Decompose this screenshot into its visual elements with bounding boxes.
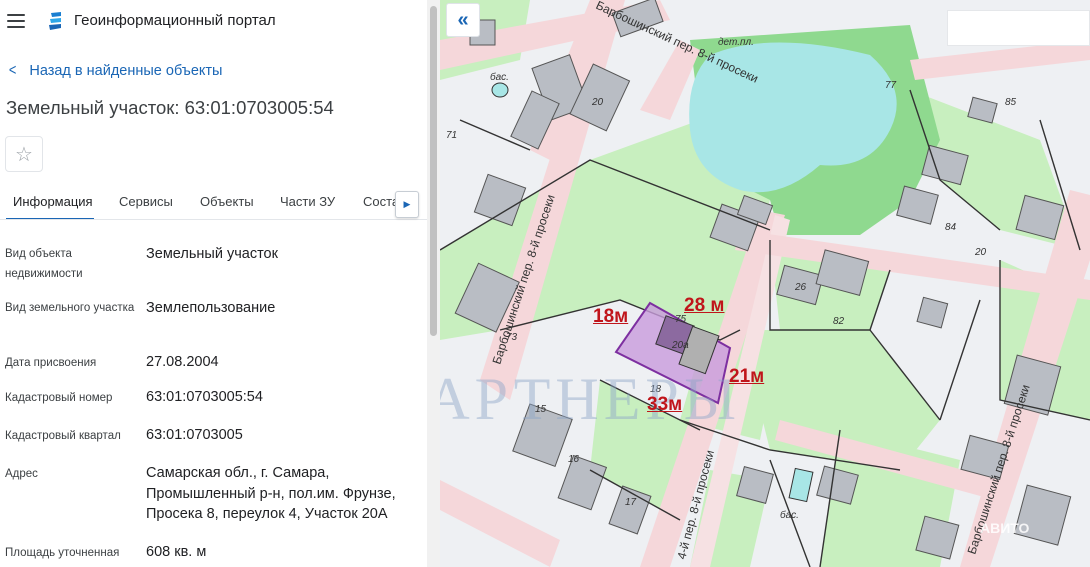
info-label: Вид земельного участка: [5, 302, 135, 314]
map-label: дет.пл.: [718, 37, 754, 48]
measurement-label: 21м: [729, 366, 765, 387]
map-label: 20а: [671, 340, 689, 351]
map-label: 85: [1005, 97, 1017, 108]
map-label: бас.: [780, 509, 799, 521]
measurement-label: 28 м: [684, 295, 725, 316]
star-icon: ☆: [15, 143, 33, 166]
app-title: Геоинформационный портал: [74, 12, 276, 29]
map-label: 82: [833, 316, 845, 327]
map-label: 15: [535, 404, 547, 415]
top-bar: Геоинформационный портал: [0, 0, 427, 42]
map-label: 20: [591, 97, 604, 108]
tab-composition[interactable]: Соста: [363, 194, 399, 209]
info-panel: Геоинформационный портал < Назад в найден…: [0, 0, 427, 567]
info-label: Вид объекта недвижимости: [5, 248, 83, 280]
hamburger-menu-icon[interactable]: [7, 14, 25, 28]
map-label: 16: [568, 454, 580, 465]
cadastral-map[interactable]: дет.пл. бас. бас. 77 85 71 20 20 26 82 8…: [440, 0, 1090, 567]
info-value: 608 кв. м: [146, 544, 207, 560]
active-tab-indicator: [6, 218, 94, 219]
chevron-left-icon: <: [8, 62, 17, 79]
corner-watermark: АВИТО: [980, 520, 1030, 536]
info-value: 63:01:0703005: [146, 427, 243, 443]
measurement-label: 33м: [647, 394, 683, 415]
info-label: Адрес: [5, 468, 38, 480]
info-value: 27.08.2004: [146, 354, 219, 370]
info-value: Земельный участок: [146, 246, 278, 262]
scrollbar-thumb[interactable]: [430, 6, 437, 336]
collapse-panel-button[interactable]: «: [446, 3, 480, 37]
panel-scrollbar[interactable]: [427, 0, 440, 567]
double-chevron-left-icon: «: [457, 8, 469, 31]
caret-right-icon: ▶: [403, 199, 411, 209]
measurement-label: 18м: [593, 306, 629, 327]
back-link-label: Назад в найденные объекты: [29, 63, 223, 79]
map-label: 71: [446, 130, 457, 141]
map-label: 77: [885, 80, 897, 91]
info-label: Площадь уточненная: [5, 547, 120, 559]
page-title: Земельный участок: 63:01:0703005:54: [6, 97, 334, 118]
info-value: Самарская обл., г. Самара, Промышленный …: [146, 465, 396, 522]
back-link[interactable]: < Назад в найденные объекты: [8, 62, 223, 80]
favorite-button[interactable]: ☆: [5, 136, 43, 172]
map-label: 26: [794, 282, 807, 293]
tab-info[interactable]: Информация: [13, 194, 93, 209]
map-label: 20: [974, 247, 987, 258]
portal-logo-icon: [49, 12, 61, 30]
tabs-scroll-right-button[interactable]: ▶: [395, 191, 419, 218]
map-label: 84: [945, 222, 957, 233]
map-search-box[interactable]: [947, 10, 1090, 46]
map-label: 17: [625, 497, 637, 508]
tab-services[interactable]: Сервисы: [119, 194, 173, 209]
info-value: Землепользование: [146, 300, 276, 316]
info-value: 63:01:0703005:54: [146, 389, 263, 405]
map-label: бас.: [490, 71, 509, 83]
info-label: Кадастровый номер: [5, 392, 113, 404]
tab-parts[interactable]: Части ЗУ: [280, 194, 335, 209]
tab-bar: Информация Сервисы Объекты Части ЗУ Сост…: [0, 184, 427, 220]
info-label: Дата присвоения: [5, 357, 97, 369]
info-label: Кадастровый квартал: [5, 430, 121, 442]
tab-objects[interactable]: Объекты: [200, 194, 254, 209]
map-view[interactable]: дет.пл. бас. бас. 77 85 71 20 20 26 82 8…: [440, 0, 1090, 567]
